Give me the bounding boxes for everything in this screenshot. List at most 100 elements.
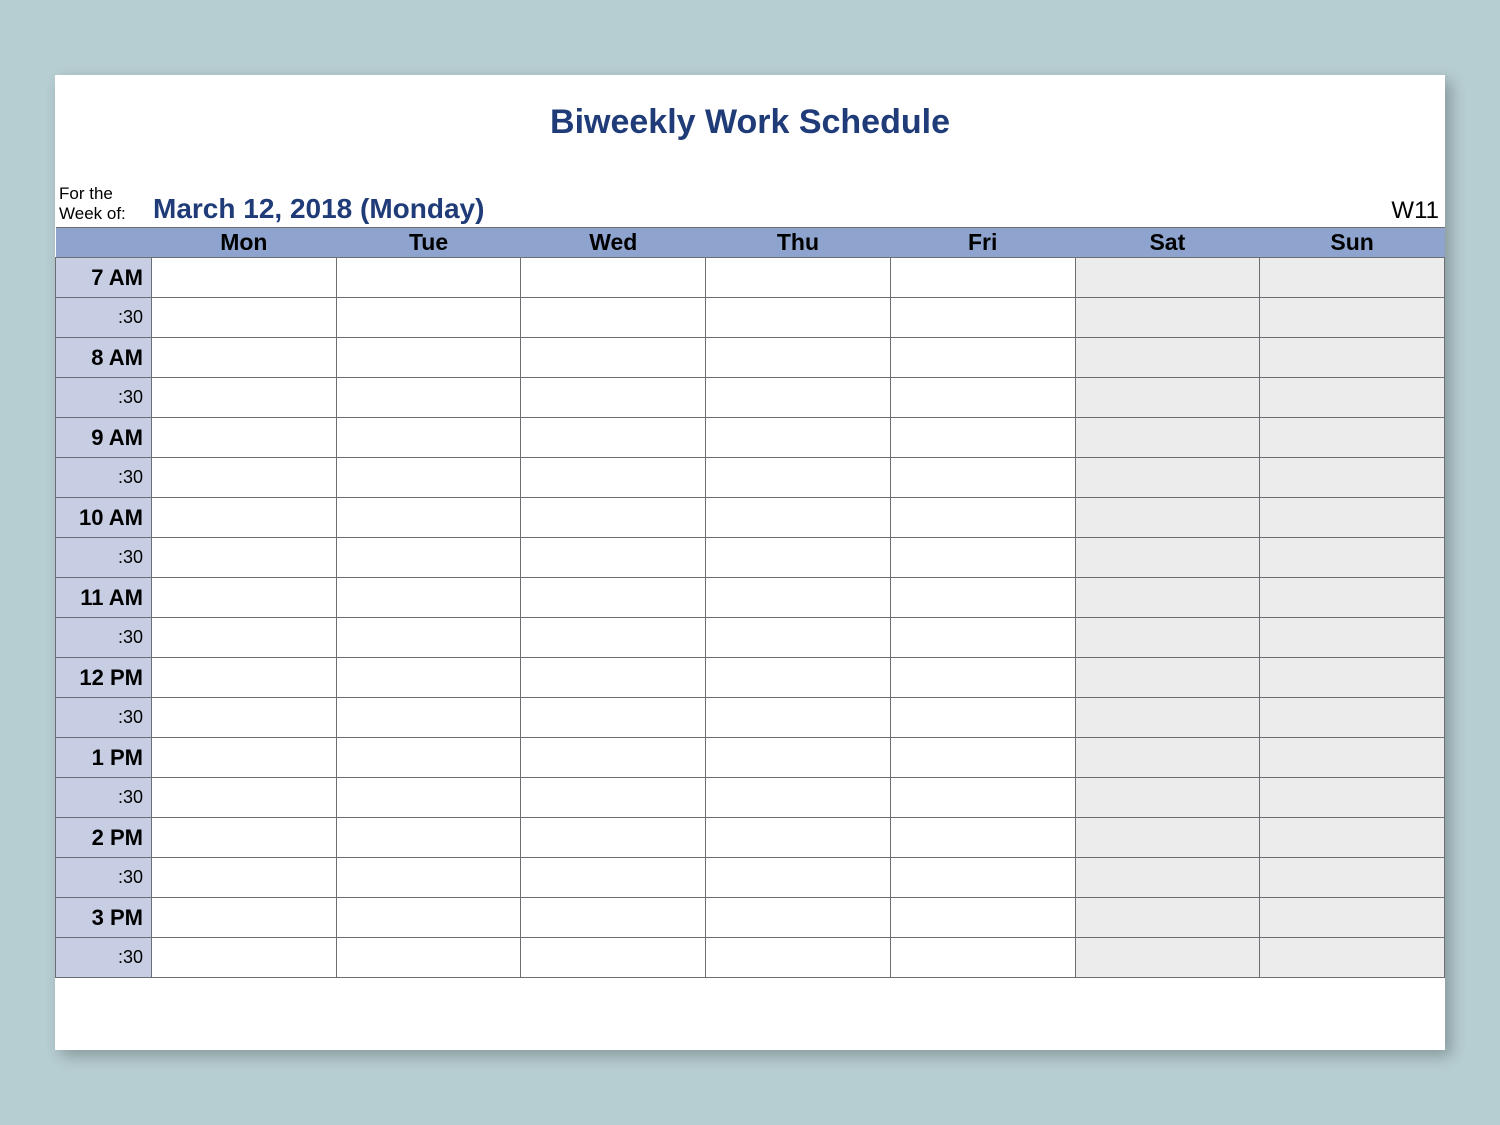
schedule-cell[interactable] [706, 778, 891, 818]
schedule-cell[interactable] [1260, 418, 1445, 458]
schedule-cell[interactable] [706, 938, 891, 978]
schedule-cell[interactable] [1260, 378, 1445, 418]
schedule-cell[interactable] [521, 658, 706, 698]
schedule-cell[interactable] [1075, 418, 1260, 458]
schedule-cell[interactable] [706, 658, 891, 698]
schedule-cell[interactable] [521, 538, 706, 578]
schedule-cell[interactable] [336, 378, 521, 418]
schedule-cell[interactable] [706, 858, 891, 898]
schedule-cell[interactable] [336, 818, 521, 858]
schedule-cell[interactable] [1075, 898, 1260, 938]
schedule-cell[interactable] [890, 498, 1075, 538]
schedule-cell[interactable] [152, 298, 337, 338]
schedule-cell[interactable] [336, 618, 521, 658]
schedule-cell[interactable] [1075, 378, 1260, 418]
schedule-cell[interactable] [706, 458, 891, 498]
schedule-cell[interactable] [521, 338, 706, 378]
schedule-cell[interactable] [521, 498, 706, 538]
schedule-cell[interactable] [336, 538, 521, 578]
schedule-cell[interactable] [890, 778, 1075, 818]
schedule-cell[interactable] [706, 698, 891, 738]
schedule-cell[interactable] [336, 298, 521, 338]
schedule-cell[interactable] [521, 818, 706, 858]
schedule-cell[interactable] [890, 338, 1075, 378]
schedule-cell[interactable] [1260, 498, 1445, 538]
schedule-cell[interactable] [1075, 458, 1260, 498]
schedule-cell[interactable] [1075, 298, 1260, 338]
schedule-cell[interactable] [1260, 898, 1445, 938]
schedule-cell[interactable] [336, 778, 521, 818]
schedule-cell[interactable] [336, 738, 521, 778]
schedule-cell[interactable] [521, 938, 706, 978]
schedule-cell[interactable] [890, 298, 1075, 338]
schedule-cell[interactable] [1260, 618, 1445, 658]
schedule-cell[interactable] [521, 298, 706, 338]
schedule-cell[interactable] [152, 818, 337, 858]
schedule-cell[interactable] [521, 458, 706, 498]
schedule-cell[interactable] [152, 418, 337, 458]
schedule-cell[interactable] [1260, 738, 1445, 778]
schedule-cell[interactable] [890, 858, 1075, 898]
schedule-cell[interactable] [1075, 538, 1260, 578]
schedule-cell[interactable] [1075, 498, 1260, 538]
schedule-cell[interactable] [152, 938, 337, 978]
schedule-cell[interactable] [1260, 818, 1445, 858]
schedule-cell[interactable] [1260, 458, 1445, 498]
schedule-cell[interactable] [336, 338, 521, 378]
schedule-cell[interactable] [706, 738, 891, 778]
schedule-cell[interactable] [521, 378, 706, 418]
schedule-cell[interactable] [1075, 818, 1260, 858]
schedule-cell[interactable] [706, 418, 891, 458]
schedule-cell[interactable] [1260, 778, 1445, 818]
schedule-cell[interactable] [152, 778, 337, 818]
schedule-cell[interactable] [706, 538, 891, 578]
schedule-cell[interactable] [706, 618, 891, 658]
schedule-cell[interactable] [890, 538, 1075, 578]
schedule-cell[interactable] [706, 298, 891, 338]
schedule-cell[interactable] [336, 898, 521, 938]
schedule-cell[interactable] [706, 898, 891, 938]
schedule-cell[interactable] [336, 858, 521, 898]
schedule-cell[interactable] [706, 818, 891, 858]
schedule-cell[interactable] [890, 898, 1075, 938]
schedule-cell[interactable] [336, 698, 521, 738]
schedule-cell[interactable] [152, 458, 337, 498]
schedule-cell[interactable] [152, 378, 337, 418]
schedule-cell[interactable] [336, 258, 521, 298]
schedule-cell[interactable] [890, 658, 1075, 698]
schedule-cell[interactable] [890, 818, 1075, 858]
schedule-cell[interactable] [152, 618, 337, 658]
schedule-cell[interactable] [890, 618, 1075, 658]
schedule-cell[interactable] [1075, 338, 1260, 378]
schedule-cell[interactable] [1260, 938, 1445, 978]
schedule-cell[interactable] [1260, 298, 1445, 338]
schedule-cell[interactable] [336, 578, 521, 618]
schedule-cell[interactable] [706, 378, 891, 418]
week-of-date[interactable]: March 12, 2018 (Monday) [153, 193, 1391, 225]
schedule-cell[interactable] [152, 258, 337, 298]
schedule-cell[interactable] [152, 738, 337, 778]
schedule-cell[interactable] [152, 538, 337, 578]
schedule-cell[interactable] [1260, 658, 1445, 698]
schedule-cell[interactable] [890, 378, 1075, 418]
schedule-cell[interactable] [706, 258, 891, 298]
schedule-cell[interactable] [1075, 778, 1260, 818]
schedule-cell[interactable] [336, 498, 521, 538]
schedule-cell[interactable] [1260, 698, 1445, 738]
schedule-cell[interactable] [1260, 538, 1445, 578]
schedule-cell[interactable] [152, 858, 337, 898]
schedule-cell[interactable] [521, 898, 706, 938]
schedule-cell[interactable] [890, 938, 1075, 978]
schedule-cell[interactable] [706, 498, 891, 538]
schedule-cell[interactable] [1075, 858, 1260, 898]
schedule-cell[interactable] [1075, 698, 1260, 738]
schedule-cell[interactable] [521, 418, 706, 458]
schedule-cell[interactable] [521, 578, 706, 618]
schedule-cell[interactable] [521, 778, 706, 818]
schedule-cell[interactable] [1075, 258, 1260, 298]
schedule-cell[interactable] [521, 618, 706, 658]
schedule-cell[interactable] [1260, 578, 1445, 618]
schedule-cell[interactable] [1260, 858, 1445, 898]
schedule-cell[interactable] [890, 458, 1075, 498]
schedule-cell[interactable] [336, 458, 521, 498]
